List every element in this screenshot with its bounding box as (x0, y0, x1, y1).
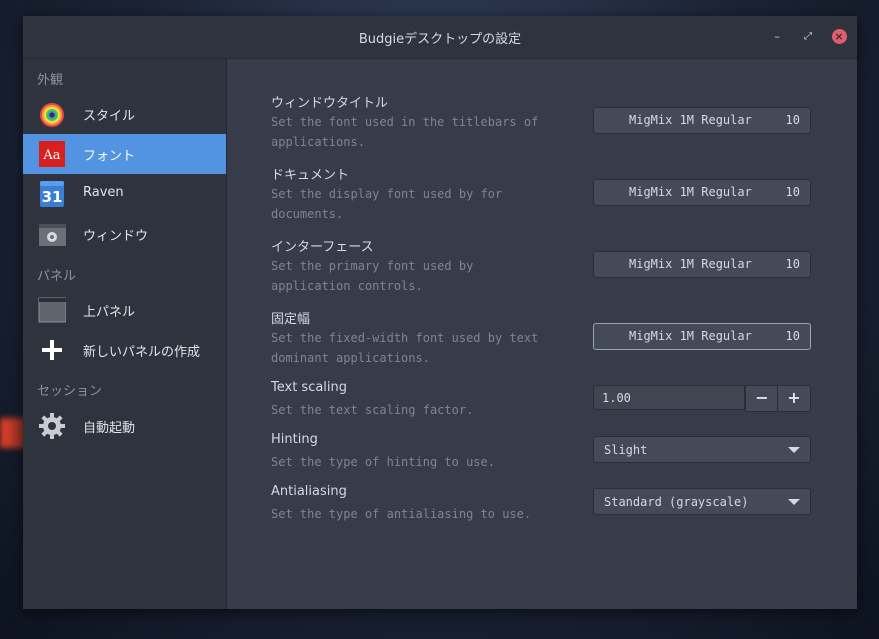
font-name: MigMix 1M Regular (629, 113, 752, 127)
close-icon: × (831, 29, 847, 44)
maximize-button[interactable]: ⤢ (798, 27, 818, 47)
maximize-icon: ⤢ (804, 31, 812, 42)
sidebar-item-new-panel[interactable]: 新しいパネルの作成 (23, 330, 226, 370)
font-name: MigMix 1M Regular (629, 185, 752, 199)
svg-text:Aa: Aa (42, 148, 60, 163)
setting-name: インターフェース (271, 240, 374, 255)
setting-description: Set the fixed-width font used by text do… (271, 331, 539, 365)
dropdown-value: Standard (grayscale) (604, 495, 749, 509)
window-settings-icon (39, 224, 66, 246)
section-header-session: セッション (37, 384, 103, 399)
section-header-appearance: 外観 (37, 73, 64, 88)
close-button[interactable]: × (829, 27, 849, 47)
setting-document-font: ドキュメント Set the display font used by for … (271, 164, 541, 224)
setting-name: 固定幅 (271, 312, 311, 327)
sidebar-item-label: ウィンドウ (83, 229, 149, 244)
settings-window: Budgieデスクトップの設定 – ⤢ × 外観 スタイル Aa フォント 31… (23, 16, 857, 609)
sidebar-item-label: 新しいパネルの作成 (83, 345, 201, 360)
setting-window-title-font: ウィンドウタイトル Set the font used in the title… (271, 92, 541, 152)
text-scaling-input[interactable]: 1.00 (593, 385, 745, 410)
sidebar-item-label: 自動起動 (83, 421, 136, 436)
setting-description: Set the primary font used by application… (271, 259, 474, 293)
setting-description: Set the text scaling factor. (271, 403, 474, 417)
window-title-font-button[interactable]: MigMix 1M Regular 10 (593, 107, 811, 134)
chevron-down-icon (788, 447, 800, 453)
setting-antialiasing: Antialiasing Set the type of antialiasin… (271, 484, 541, 524)
font-size: 10 (785, 113, 800, 127)
hinting-dropdown[interactable]: Slight (593, 436, 811, 463)
plus-icon: + (787, 388, 801, 407)
document-font-button[interactable]: MigMix 1M Regular 10 (593, 179, 811, 206)
setting-description: Set the type of antialiasing to use. (271, 507, 532, 521)
setting-description: Set the type of hinting to use. (271, 455, 495, 469)
font-size: 10 (785, 329, 800, 343)
section-header-panels: パネル (37, 269, 77, 284)
monospace-font-button[interactable]: MigMix 1M Regular 10 (593, 323, 811, 350)
sidebar-item-label: Raven (83, 185, 124, 200)
setting-name: ウィンドウタイトル (271, 96, 389, 111)
font-name: MigMix 1M Regular (629, 329, 752, 343)
font-size: 10 (785, 257, 800, 271)
font-icon: Aa (39, 141, 65, 167)
setting-description: Set the display font used by for documen… (271, 187, 503, 221)
fonts-settings-panel: ウィンドウタイトル Set the font used in the title… (227, 59, 857, 609)
calendar-icon: 31 (40, 181, 64, 207)
interface-font-button[interactable]: MigMix 1M Regular 10 (593, 251, 811, 278)
chevron-down-icon (788, 499, 800, 505)
sidebar-item-style[interactable]: スタイル (23, 94, 226, 134)
antialiasing-dropdown[interactable]: Standard (grayscale) (593, 488, 811, 515)
sidebar-item-windows[interactable]: ウィンドウ (23, 214, 226, 254)
setting-name: ドキュメント (271, 168, 350, 183)
setting-name: Text scaling (271, 380, 348, 395)
sidebar-item-label: 上パネル (83, 305, 136, 320)
sidebar-item-autostart[interactable]: 自動起動 (23, 406, 226, 446)
sidebar-item-label: フォント (83, 149, 136, 164)
minus-icon: − (755, 388, 769, 407)
setting-monospace-font: 固定幅 Set the fixed-width font used by tex… (271, 308, 541, 368)
gear-icon (39, 413, 65, 439)
font-size: 10 (785, 185, 800, 199)
sidebar-item-raven[interactable]: 31 Raven (23, 174, 226, 214)
minimize-button[interactable]: – (767, 27, 787, 47)
svg-text:31: 31 (42, 188, 63, 206)
setting-name: Hinting (271, 432, 318, 447)
plus-icon (42, 340, 62, 360)
setting-text-scaling: Text scaling Set the text scaling factor… (271, 380, 541, 420)
increase-button[interactable]: + (777, 385, 811, 412)
rainbow-style-icon (40, 103, 64, 127)
window-title: Budgieデスクトップの設定 (358, 32, 522, 47)
decrease-button[interactable]: − (745, 385, 779, 412)
setting-interface-font: インターフェース Set the primary font used by ap… (271, 236, 541, 296)
panel-icon (38, 297, 66, 323)
sidebar-item-top-panel[interactable]: 上パネル (23, 290, 226, 330)
minimize-icon: – (774, 30, 780, 43)
sidebar-item-fonts[interactable]: Aa フォント (23, 134, 226, 174)
setting-hinting: Hinting Set the type of hinting to use. (271, 432, 541, 472)
text-scaling-spinbutton: 1.00 − + (593, 385, 811, 412)
sidebar: 外観 スタイル Aa フォント 31 Raven ウィンドウ パネル 上パネル … (23, 59, 227, 609)
setting-name: Antialiasing (271, 484, 347, 499)
setting-description: Set the font used in the titlebars of ap… (271, 115, 539, 149)
dropdown-value: Slight (604, 443, 648, 457)
font-name: MigMix 1M Regular (629, 257, 752, 271)
titlebar: Budgieデスクトップの設定 – ⤢ × (23, 16, 857, 59)
sidebar-item-label: スタイル (83, 109, 136, 124)
